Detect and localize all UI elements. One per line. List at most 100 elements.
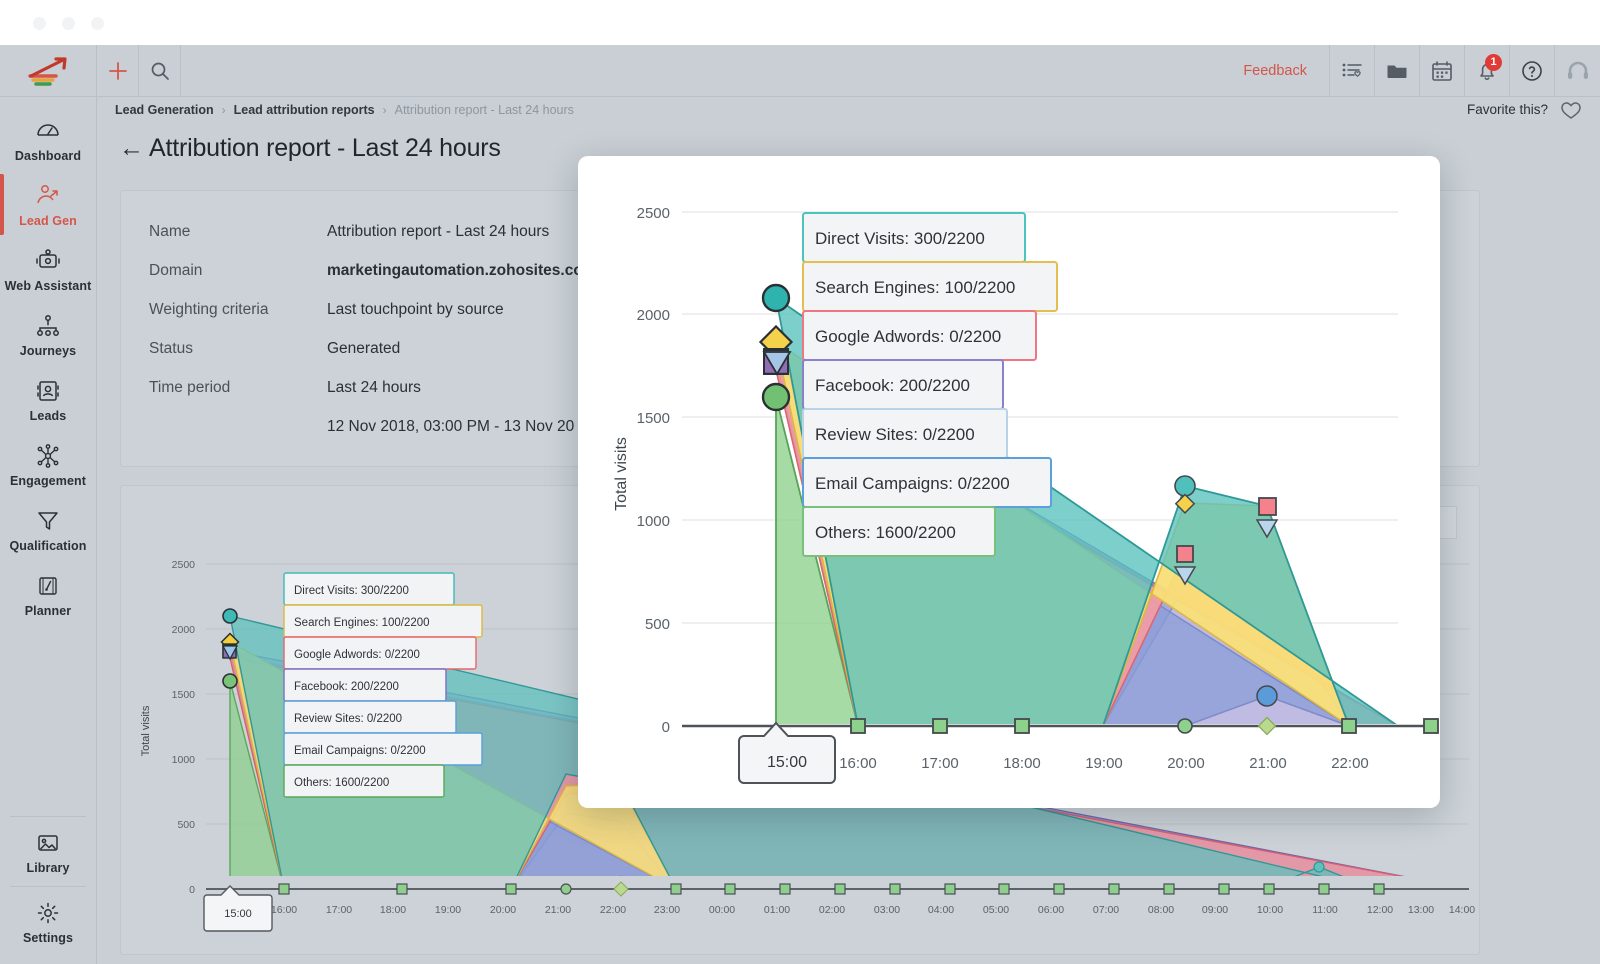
question-mark-icon bbox=[1520, 59, 1544, 83]
modal-attribution-chart[interactable]: 2500 2000 1500 1000 500 0 Total visits bbox=[578, 156, 1440, 808]
modal-tooltip-others: Others: 1600/2200 bbox=[803, 507, 995, 556]
breadcrumb-separator: › bbox=[383, 103, 387, 117]
page-title: Attribution report - Last 24 hours bbox=[149, 134, 501, 163]
sidebar-label: Settings bbox=[2, 931, 94, 945]
heart-icon[interactable] bbox=[1560, 100, 1582, 120]
sidebar-label: Journeys bbox=[2, 344, 94, 358]
window-chrome bbox=[0, 0, 1600, 45]
svg-text:16:00: 16:00 bbox=[839, 755, 877, 772]
sidebar-item-web-assistant[interactable]: Web Assistant bbox=[0, 237, 96, 302]
feedback-button[interactable]: Feedback bbox=[1221, 45, 1330, 97]
modal-chart-y-axis-title: Total visits bbox=[613, 437, 630, 511]
bg-chart-left-markers bbox=[222, 609, 239, 688]
app-root: Dashboard Lead Gen bbox=[0, 0, 1600, 964]
bg-chart-x-tooltip: 15:00 bbox=[204, 886, 272, 931]
bg-tooltip-search-engines: Search Engines: 100/2200 bbox=[284, 605, 482, 637]
svg-text:Direct Visits: 300/2200: Direct Visits: 300/2200 bbox=[294, 585, 409, 597]
svg-text:2000: 2000 bbox=[637, 307, 670, 324]
search-icon bbox=[149, 60, 171, 82]
sidebar-item-settings[interactable]: Settings bbox=[0, 887, 96, 956]
svg-text:08:00: 08:00 bbox=[1148, 904, 1174, 916]
headset-icon bbox=[1565, 58, 1591, 84]
list-heart-icon bbox=[1340, 59, 1364, 83]
sidebar-label: Leads bbox=[2, 409, 94, 423]
folder-icon bbox=[1385, 59, 1409, 83]
qualification-funnel-icon bbox=[2, 506, 94, 536]
leads-card-icon bbox=[2, 376, 94, 406]
svg-text:0: 0 bbox=[189, 884, 195, 896]
breadcrumb: Lead Generation › Lead attribution repor… bbox=[97, 97, 1600, 122]
folder-button[interactable] bbox=[1375, 45, 1420, 97]
modal-chart-tooltips: Direct Visits: 300/2200 Search Engines: … bbox=[803, 213, 1057, 556]
svg-text:03:00: 03:00 bbox=[874, 904, 900, 916]
window-close-dot[interactable] bbox=[33, 17, 46, 30]
svg-text:05:00: 05:00 bbox=[983, 904, 1009, 916]
engagement-network-icon bbox=[2, 441, 94, 471]
calendar-button[interactable] bbox=[1420, 45, 1465, 97]
svg-text:23:00: 23:00 bbox=[654, 904, 680, 916]
support-button[interactable] bbox=[1555, 45, 1600, 97]
search-button[interactable] bbox=[139, 45, 181, 97]
modal-chart-x-tooltip: 15:00 bbox=[739, 723, 835, 783]
bg-tooltip-others: Others: 1600/2200 bbox=[284, 765, 444, 797]
svg-text:1500: 1500 bbox=[172, 689, 196, 701]
svg-text:Search Engines: 100/2200: Search Engines: 100/2200 bbox=[294, 617, 430, 629]
gear-icon bbox=[2, 898, 94, 928]
bg-chart-y-axis-title: Total visits bbox=[140, 705, 152, 756]
sidebar-item-lead-gen[interactable]: Lead Gen bbox=[0, 172, 96, 237]
bg-chart-y-ticks: 2500 2000 1500 1000 500 0 bbox=[172, 559, 196, 896]
sidebar-item-planner[interactable]: Planner bbox=[0, 562, 96, 627]
breadcrumb-item-lead-attribution-reports[interactable]: Lead attribution reports bbox=[234, 103, 375, 117]
help-button[interactable] bbox=[1510, 45, 1555, 97]
modal-chart-x-ticks: 16:00 17:00 18:00 19:00 20:00 21:00 22:0… bbox=[839, 755, 1369, 772]
sidebar-label: Planner bbox=[2, 604, 94, 618]
info-value: marketingautomation.zohosites.com bbox=[327, 262, 597, 280]
window-minimize-dot[interactable] bbox=[62, 17, 75, 30]
svg-text:13:00: 13:00 bbox=[1408, 904, 1434, 916]
svg-text:09:00: 09:00 bbox=[1202, 904, 1228, 916]
modal-tooltip-review-sites: Review Sites: 0/2200 bbox=[803, 409, 1007, 458]
breadcrumb-item-lead-generation[interactable]: Lead Generation bbox=[115, 103, 214, 117]
svg-text:16:00: 16:00 bbox=[271, 904, 297, 916]
sidebar-item-qualification[interactable]: Qualification bbox=[0, 497, 96, 562]
sidebar-label: Web Assistant bbox=[2, 279, 94, 293]
svg-text:Facebook: 200/2200: Facebook: 200/2200 bbox=[294, 681, 399, 693]
notification-badge: 1 bbox=[1485, 54, 1502, 71]
planner-film-icon bbox=[2, 571, 94, 601]
svg-text:17:00: 17:00 bbox=[921, 755, 959, 772]
svg-text:21:00: 21:00 bbox=[1249, 755, 1287, 772]
bg-chart-x-ticks: 16:00 17:00 18:00 19:00 20:00 21:00 22:0… bbox=[271, 904, 1475, 916]
sidebar-item-library[interactable]: Library bbox=[0, 817, 96, 886]
breadcrumb-separator: › bbox=[222, 103, 226, 117]
modal-chart-y-ticks: 2500 2000 1500 1000 500 0 bbox=[637, 205, 670, 736]
sidebar-item-engagement[interactable]: Engagement bbox=[0, 432, 96, 497]
svg-text:11:00: 11:00 bbox=[1312, 904, 1338, 916]
modal-tooltip-direct-visits: Direct Visits: 300/2200 bbox=[803, 213, 1025, 262]
back-button[interactable]: ← bbox=[119, 136, 144, 161]
svg-text:1000: 1000 bbox=[172, 754, 196, 766]
info-label: Domain bbox=[149, 262, 327, 280]
notifications-button[interactable]: 1 bbox=[1465, 45, 1510, 97]
favorite-area: Favorite this? bbox=[1467, 100, 1582, 120]
sidebar-item-dashboard[interactable]: Dashboard bbox=[0, 107, 96, 172]
dashboard-gauge-icon bbox=[2, 116, 94, 146]
bg-tooltip-review-sites: Review Sites: 0/2200 bbox=[284, 701, 456, 733]
app-logo[interactable] bbox=[0, 45, 96, 97]
sidebar-item-journeys[interactable]: Journeys bbox=[0, 302, 96, 367]
chart-detail-modal[interactable]: 2500 2000 1500 1000 500 0 Total visits bbox=[578, 156, 1440, 808]
svg-text:Email Campaigns: 0/2200: Email Campaigns: 0/2200 bbox=[815, 474, 1010, 493]
tasks-button[interactable] bbox=[1330, 45, 1375, 97]
sidebar-item-leads[interactable]: Leads bbox=[0, 367, 96, 432]
svg-text:Others: 1600/2200: Others: 1600/2200 bbox=[815, 523, 956, 542]
add-button[interactable] bbox=[97, 45, 139, 97]
breadcrumb-item-current: Attribution report - Last 24 hours bbox=[395, 103, 574, 117]
favorite-label[interactable]: Favorite this? bbox=[1467, 102, 1548, 117]
svg-text:Search Engines: 100/2200: Search Engines: 100/2200 bbox=[815, 278, 1015, 297]
svg-text:14:00: 14:00 bbox=[1449, 904, 1475, 916]
svg-text:1500: 1500 bbox=[637, 410, 670, 427]
window-maximize-dot[interactable] bbox=[91, 17, 104, 30]
info-label: Weighting criteria bbox=[149, 301, 327, 319]
svg-text:19:00: 19:00 bbox=[1085, 755, 1123, 772]
modal-tooltip-search-engines: Search Engines: 100/2200 bbox=[803, 262, 1057, 311]
svg-text:500: 500 bbox=[177, 819, 195, 831]
